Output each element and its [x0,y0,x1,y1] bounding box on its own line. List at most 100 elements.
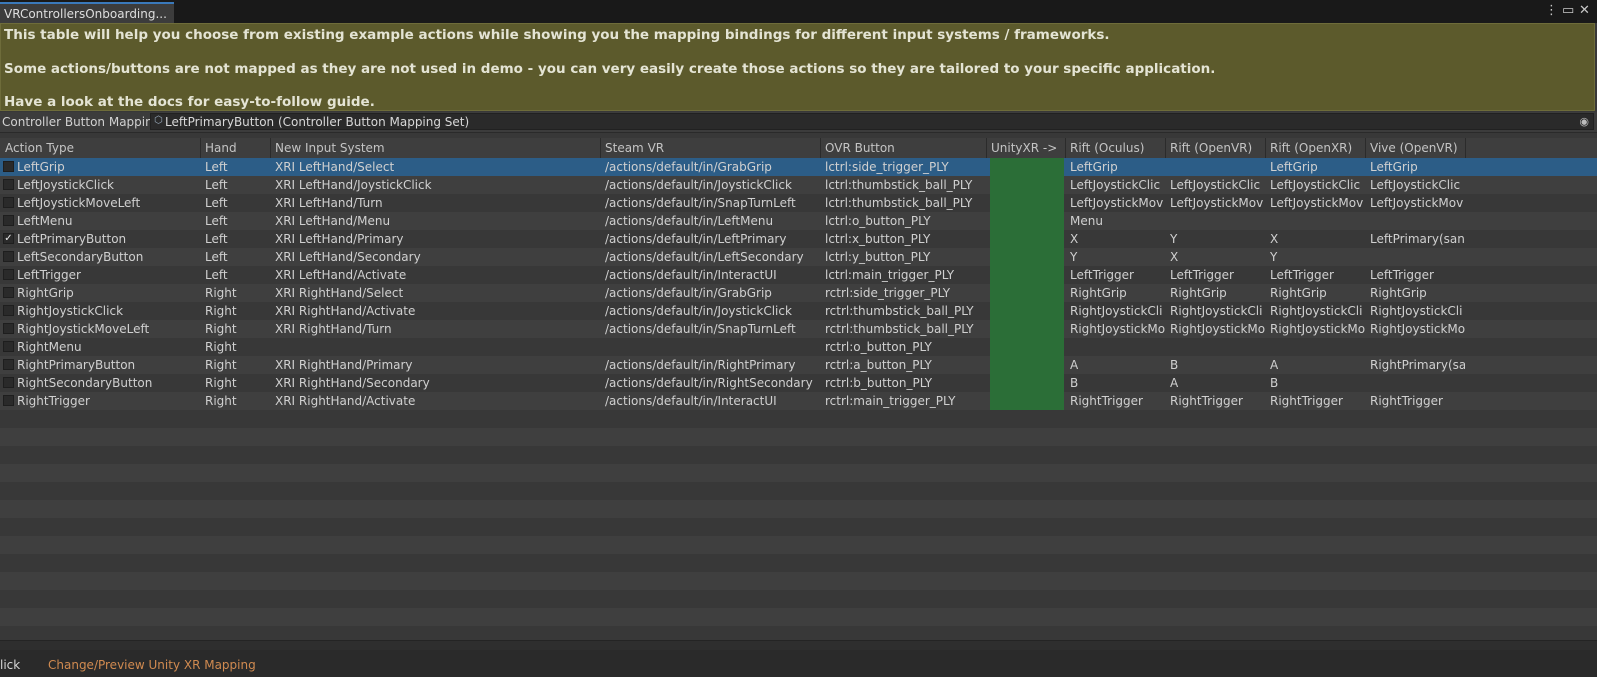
column-header[interactable]: New Input System [275,141,385,155]
editor-window-tab[interactable]: VRControllersOnboarding... [0,2,174,23]
row-checkbox[interactable] [3,341,14,352]
row-checkbox[interactable] [3,287,14,298]
table-row[interactable]: RightPrimaryButton Right XRI RightHand/Pri… [0,356,1597,374]
table-cell: Left [205,160,228,174]
table-row[interactable]: RightSecondaryButton Right XRI RightHand/S… [0,374,1597,392]
column-header[interactable]: OVR Button [825,141,895,155]
table-cell: Left [205,232,228,246]
table-cell: /actions/default/in/RightPrimary [605,358,796,372]
table-cell: LeftJoystickClick [17,178,114,192]
table-cell: RightJoystickMo [1070,322,1165,336]
table-cell: Left [205,268,228,282]
table-cell: /actions/default/in/JoystickClick [605,304,792,318]
column-resize-handle[interactable] [1065,138,1066,158]
table-cell: LeftJoystickMov [1270,196,1364,210]
column-resize-handle[interactable] [986,138,987,158]
column-resize-handle[interactable] [1165,138,1166,158]
kebab-menu-icon[interactable]: ⋮ [1545,3,1558,18]
close-icon[interactable]: ✕ [1579,3,1590,18]
table-row[interactable]: LeftJoystickClick Left XRI LeftHand/Joysti… [0,176,1597,194]
mapping-set-object-field[interactable]: ⬡ LeftPrimaryButton (Controller Button M… [150,113,1594,130]
table-row[interactable]: RightTrigger Right XRI RightHand/Activate /… [0,392,1597,410]
table-cell: RightGrip [1270,286,1327,300]
table-cell: /actions/default/in/InteractUI [605,394,777,408]
empty-table-row [0,590,1597,608]
help-line-3: Have a look at the docs for easy-to-foll… [4,94,375,110]
column-resize-handle[interactable] [820,138,821,158]
table-cell: B [1270,376,1279,390]
table-cell: LeftJoystickClic [1370,178,1461,192]
table-cell: rctrl:main_trigger_PLY [825,394,956,408]
table-cell: LeftPrimary(sanc [1370,232,1465,246]
maximize-icon[interactable]: ▭ [1562,3,1574,18]
mapping-set-value: LeftPrimaryButton (Controller Button Map… [165,115,470,129]
table-cell: LeftGrip [17,160,65,174]
column-header[interactable]: Action Type [5,141,74,155]
empty-table-row [0,572,1597,590]
row-checkbox[interactable] [3,161,14,172]
row-checkbox[interactable] [3,305,14,316]
column-header[interactable]: Hand [205,141,237,155]
table-cell: rctrl:o_button_PLY [825,340,932,354]
table-cell: Y [1070,250,1078,264]
empty-table-row [0,536,1597,554]
row-checkbox[interactable] [3,269,14,280]
column-resize-handle[interactable] [1365,138,1366,158]
table-row[interactable]: LeftMenu Left XRI LeftHand/Menu/actions/de… [0,212,1597,230]
table-row[interactable]: RightGrip Right XRI RightHand/Select/actio… [0,284,1597,302]
empty-table-row [0,518,1597,536]
table-cell: A [1070,358,1079,372]
row-checkbox[interactable] [3,359,14,370]
table-cell: Right [205,358,237,372]
column-header[interactable]: Rift (Oculus) [1070,141,1144,155]
table-cell: Right [205,394,237,408]
column-resize-handle[interactable] [1465,138,1466,158]
table-cell: RightTrigger [1370,394,1443,408]
table-row[interactable]: RightMenu Right rctrl:o_button_PLY [0,338,1597,356]
table-row[interactable]: ✓ LeftPrimaryButton Left XRI LeftHand/Prima… [0,230,1597,248]
table-cell: RightJoystickMo [1270,322,1365,336]
row-checkbox[interactable] [3,215,14,226]
column-header[interactable]: Steam VR [605,141,664,155]
table-row[interactable]: LeftGrip Left XRI LeftHand/Select/actions/… [0,158,1597,176]
table-cell: lctrl:thumbstick_ball_PLY [825,196,973,210]
column-header[interactable]: Rift (OpenXR) [1270,141,1352,155]
object-picker-icon[interactable]: ◉ [1579,115,1589,128]
table-cell: XRI RightHand/Select [275,286,404,300]
table-cell: LeftGrip [1070,160,1118,174]
row-checkbox[interactable] [3,179,14,190]
table-cell: LeftJoystickClic [1270,178,1361,192]
row-checkbox[interactable] [3,377,14,388]
column-resize-handle[interactable] [200,138,201,158]
row-checkbox[interactable] [3,197,14,208]
row-checkbox[interactable] [3,323,14,334]
table-cell: Menu [1070,214,1103,228]
table-cell: Right [205,376,237,390]
empty-table-row [0,608,1597,626]
table-cell: RightJoystickCli [1270,304,1363,318]
table-cell: RightTrigger [1170,394,1243,408]
table-cell: X [1070,232,1079,246]
column-resize-handle[interactable] [1265,138,1266,158]
row-checkbox[interactable] [3,251,14,262]
column-resize-handle[interactable] [270,138,271,158]
table-row[interactable]: RightJoystickClick Right XRI RightHand/Act… [0,302,1597,320]
table-cell: LeftTrigger [1270,268,1334,282]
table-cell: Y [1270,250,1278,264]
table-cell: XRI RightHand/Secondary [275,376,430,390]
table-row[interactable]: LeftSecondaryButton Left XRI LeftHand/Seco… [0,248,1597,266]
row-checkbox[interactable]: ✓ [3,233,14,244]
table-cell: /actions/default/in/JoystickClick [605,178,792,192]
change-preview-unityxr-mapping-link[interactable]: Change/Preview Unity XR Mapping [48,658,256,672]
table-cell: Right [205,304,237,318]
column-header[interactable]: UnityXR -> [991,141,1057,155]
column-header[interactable]: Vive (OpenVR) [1370,141,1458,155]
row-checkbox[interactable] [3,395,14,406]
column-resize-handle[interactable] [600,138,601,158]
column-header[interactable]: Rift (OpenVR) [1170,141,1252,155]
table-row[interactable]: RightJoystickMoveLeft Right XRI RightHand/… [0,320,1597,338]
empty-table-row [0,428,1597,446]
table-cell: Right [205,322,237,336]
table-row[interactable]: LeftTrigger Left XRI LeftHand/Activate/act… [0,266,1597,284]
table-row[interactable]: LeftJoystickMoveLeft Left XRI LeftHand/Tur… [0,194,1597,212]
